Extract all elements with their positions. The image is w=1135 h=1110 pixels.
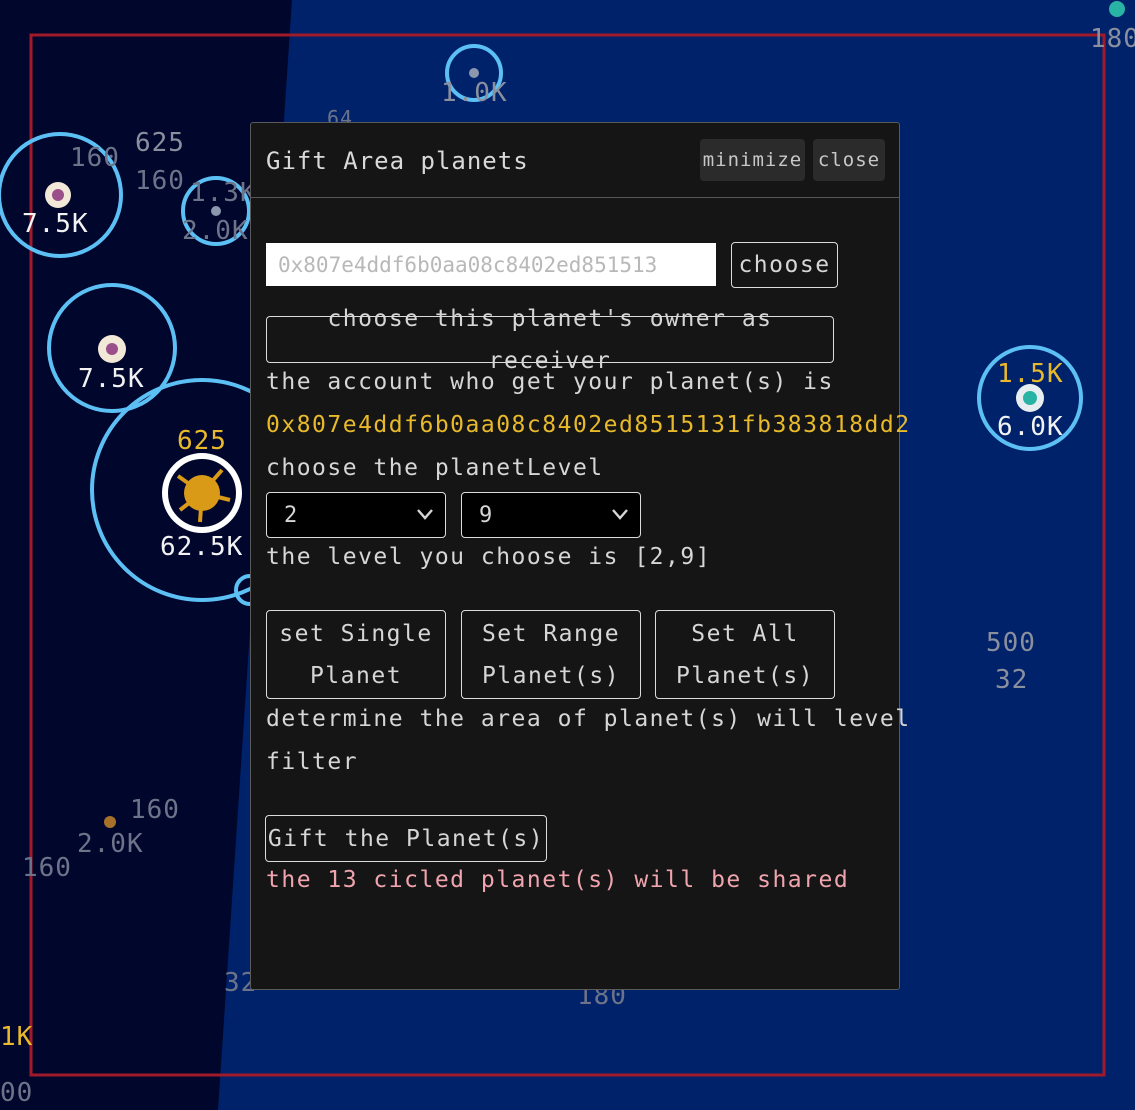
level-summary: the level you choose is [2,9] — [266, 544, 712, 570]
close-button[interactable]: close — [813, 139, 885, 181]
game-viewport[interactable]: 180 1.0K 625 160 160 7.5K 1.3K 2.0K 7.5K… — [0, 0, 1135, 1110]
planet-icon — [104, 816, 116, 828]
modal-title: Gift Area planets — [266, 147, 529, 175]
planet-core — [1023, 391, 1037, 405]
shared-status-text: the 13 cicled planet(s) will be shared — [266, 867, 850, 893]
set-single-planet-button[interactable]: set Single Planet — [266, 610, 446, 699]
planet-level-label: 160 — [135, 166, 185, 196]
choose-button[interactable]: choose — [731, 242, 838, 288]
planet-level-label: 1.3K — [190, 178, 257, 208]
minimize-button[interactable]: minimize — [700, 139, 805, 181]
planet-level-label: 00 — [0, 1078, 34, 1108]
chevron-down-icon — [417, 509, 433, 520]
max-level-value: 9 — [479, 502, 493, 528]
min-level-select[interactable]: 2 — [266, 492, 446, 538]
planet-level-label: 160 — [22, 853, 72, 883]
set-range-planets-button[interactable]: Set Range Planet(s) — [461, 610, 641, 699]
planet-icon — [469, 68, 479, 78]
chevron-down-icon — [612, 509, 628, 520]
area-note-line-1: determine the area of planet(s) will lev… — [266, 706, 911, 732]
planet-energy-label: 32 — [995, 665, 1029, 695]
planet-level-label: 1.5K — [997, 359, 1064, 389]
max-level-select[interactable]: 9 — [461, 492, 641, 538]
planet-energy-label: 2.0K — [182, 216, 249, 246]
choose-owner-as-receiver-button[interactable]: choose this planet's owner as receiver — [266, 306, 834, 374]
planet-energy-label: 6.0K — [997, 412, 1064, 442]
planet-level-label: 1.0K — [441, 78, 508, 108]
set-all-planets-button[interactable]: Set All Planet(s) — [655, 610, 835, 699]
gift-planets-button[interactable]: Gift the Planet(s) — [265, 815, 547, 862]
planet-level-label: 160 — [70, 143, 120, 173]
modal-header[interactable]: Gift Area planets minimize close — [251, 123, 899, 198]
planet-level-label: 625 — [177, 426, 227, 456]
planet-energy-label: 1K — [0, 1022, 34, 1052]
receiver-address: 0x807e4ddf6b0aa08c8402ed8515131fb383818d… — [266, 412, 911, 438]
planet-energy-label: 62.5K — [160, 532, 244, 562]
min-level-value: 2 — [284, 502, 298, 528]
planet-id-input[interactable]: 0x807e4ddf6b0aa08c8402ed851513 — [266, 243, 716, 286]
area-note-line-2: filter — [266, 749, 359, 775]
planet-energy-label: 7.5K — [78, 364, 145, 394]
planet-level-label: 625 — [135, 128, 185, 158]
planet-energy-label: 7.5K — [22, 209, 89, 239]
planet-core — [106, 343, 118, 355]
planet-level-label: 180 — [1090, 24, 1135, 54]
planet-energy-label: 2.0K — [77, 829, 144, 859]
planet-core — [52, 189, 64, 201]
level-prompt: choose the planetLevel — [266, 455, 604, 481]
planet-level-label: 160 — [130, 795, 180, 825]
gift-area-planets-modal: Gift Area planets minimize close 0x807e4… — [250, 122, 909, 990]
planet-level-label: 500 — [986, 628, 1036, 658]
planet-icon — [1109, 1, 1125, 17]
receiver-prompt: the account who get your planet(s) is — [266, 369, 834, 395]
